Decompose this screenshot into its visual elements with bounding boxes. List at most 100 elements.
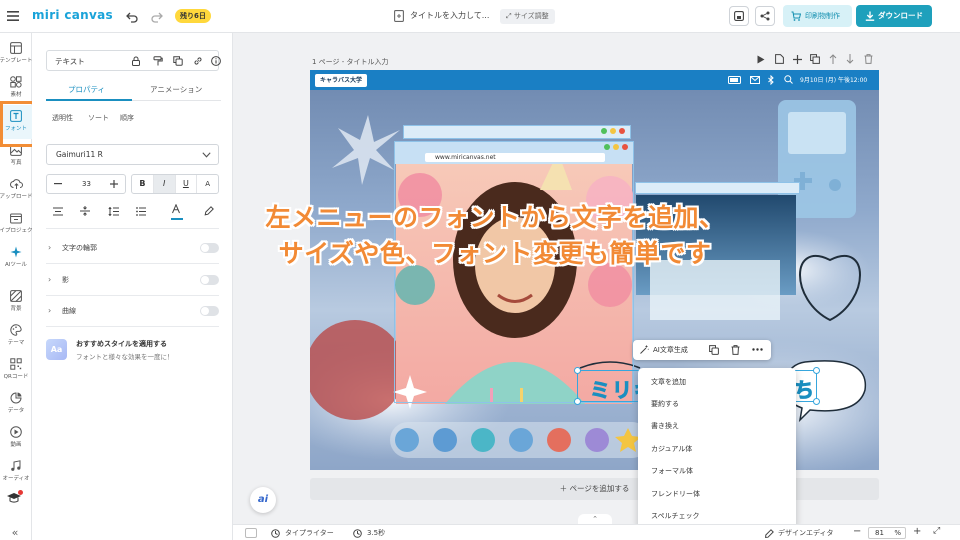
ai-text-generate-label: AI文章生成	[653, 346, 688, 354]
trash-icon[interactable]	[864, 54, 873, 64]
rail-item-background[interactable]: 背景	[0, 285, 32, 319]
resize-handle[interactable]	[574, 398, 581, 405]
page-thumbnail[interactable]	[245, 528, 257, 538]
text-effect-button[interactable]: A	[197, 175, 218, 193]
resize-handle[interactable]	[813, 367, 820, 374]
menu-item-friendly[interactable]: フレンドリー体	[651, 489, 700, 499]
option-curve[interactable]: › 曲線	[46, 303, 219, 319]
option-shadow[interactable]: › 影	[46, 272, 219, 288]
page-label[interactable]: 1 ページ - タイトル入力	[312, 57, 389, 67]
vertical-align-icon[interactable]	[80, 206, 90, 216]
menu-item-rewrite[interactable]: 書き換え	[651, 421, 679, 431]
duplicate-page-icon[interactable]	[810, 54, 820, 64]
shadow-toggle[interactable]	[200, 275, 219, 285]
font-size-stepper[interactable]: 33	[46, 174, 126, 194]
more-icon[interactable]	[752, 348, 763, 351]
rail-item-qr[interactable]: QRコード	[0, 353, 32, 387]
chevron-down-icon	[202, 152, 211, 158]
add-page-icon[interactable]	[793, 55, 802, 64]
subtab-transparency[interactable]: 透明性	[52, 113, 73, 123]
minus-icon[interactable]	[54, 183, 62, 185]
menu-item-formal[interactable]: フォーマル体	[651, 466, 693, 476]
rail-item-elements[interactable]: 素材	[0, 71, 32, 105]
download-button[interactable]: ダウンロード	[856, 5, 932, 27]
app-logo[interactable]: miri canvas	[32, 8, 113, 22]
underline-button[interactable]: U	[176, 175, 198, 193]
document-title[interactable]: タイトルを入力して...	[410, 10, 489, 21]
option-text-outline[interactable]: › 文字の輪郭	[46, 240, 219, 256]
copy-icon[interactable]	[709, 345, 719, 355]
rail-item-theme[interactable]: テーマ	[0, 319, 32, 353]
link-icon[interactable]	[193, 56, 203, 66]
line-spacing-icon[interactable]	[108, 207, 119, 216]
hamburger-menu-icon[interactable]	[7, 10, 19, 22]
highlighter-icon[interactable]	[204, 206, 214, 216]
share-button[interactable]	[755, 6, 775, 26]
menu-item-casual[interactable]: カジュアル体	[651, 444, 692, 454]
subtab-order[interactable]: 順序	[120, 113, 134, 123]
rail-item-audio[interactable]: オーディオ	[0, 455, 32, 489]
rail-item-upload[interactable]: アップロード	[0, 173, 33, 207]
editor-mode-label[interactable]: デザインエディタ	[778, 528, 834, 538]
play-icon[interactable]	[757, 55, 765, 64]
bold-button[interactable]: B	[132, 175, 154, 193]
right-window-bar	[635, 182, 800, 194]
resize-handle[interactable]	[574, 367, 581, 374]
tab-animation[interactable]: アニメーション	[150, 84, 202, 95]
move-down-icon[interactable]	[846, 54, 854, 64]
redo-icon[interactable]	[150, 10, 163, 23]
subtab-sort[interactable]: ソート	[88, 113, 109, 123]
menu-item-add-text[interactable]: 文章を追加	[651, 377, 686, 387]
align-left-icon[interactable]	[53, 207, 63, 216]
background-icon	[10, 290, 22, 302]
zoom-out-button[interactable]: −	[853, 526, 861, 537]
artboard-logo: キャラバス大学	[315, 74, 367, 87]
lock-icon[interactable]	[131, 56, 141, 66]
rail-item-templates[interactable]: テンプレート	[0, 37, 32, 71]
graduation-cap-icon[interactable]	[5, 490, 23, 506]
trial-days-badge[interactable]: 残り6日	[175, 9, 211, 23]
save-button[interactable]	[729, 6, 749, 26]
download-icon	[865, 11, 875, 21]
artboard-menubar: キャラバス大学 9月10日 (月) 午後12:00	[310, 70, 879, 90]
text-color-button[interactable]	[171, 203, 183, 220]
undo-icon[interactable]	[125, 10, 138, 23]
resize-button[interactable]: ⤢ サイズ調整	[500, 9, 555, 24]
font-family-select[interactable]: Gaimuri11 R	[46, 144, 219, 165]
rail-item-my-projects[interactable]: マイプロジェクト	[0, 207, 38, 241]
cart-icon	[791, 11, 801, 21]
menu-item-summarize[interactable]: 要約する	[651, 399, 679, 409]
resize-handle[interactable]	[813, 398, 820, 405]
paint-roller-icon[interactable]	[153, 56, 163, 66]
print-product-button[interactable]: 印刷物制作	[783, 5, 852, 27]
ai-text-generate-button[interactable]: AI文章生成	[633, 340, 705, 360]
photo-window-bar: www.miricanvas.net	[395, 142, 633, 164]
font-size-value[interactable]: 33	[82, 180, 91, 188]
rail-item-data[interactable]: データ	[0, 387, 32, 421]
top-bar: miri canvas 残り6日 タイトルを入力して... ⤢ サイズ調整 印刷…	[0, 0, 960, 33]
window-dots	[601, 128, 625, 134]
animation-duration[interactable]: 3.5秒	[367, 528, 385, 538]
recommend-style-banner[interactable]: Aa おすすめスタイルを適用する フォントと様々な効果を一度に！	[46, 337, 219, 363]
list-icon[interactable]	[136, 207, 146, 216]
divider	[46, 263, 219, 264]
rail-item-video[interactable]: 動画	[0, 421, 32, 455]
rail-item-ai-tools[interactable]: AIツール	[0, 241, 32, 275]
collapse-bottom-panel[interactable]: ⌃	[578, 514, 612, 524]
copy-icon[interactable]	[173, 56, 183, 66]
trash-icon[interactable]	[731, 345, 740, 355]
menu-item-spellcheck[interactable]: スペルチェック	[651, 511, 700, 521]
fullscreen-icon[interactable]: ⤢	[933, 526, 940, 536]
curve-toggle[interactable]	[200, 306, 219, 316]
plus-icon[interactable]	[110, 180, 118, 188]
info-icon[interactable]	[211, 56, 221, 66]
zoom-in-button[interactable]: +	[913, 526, 921, 537]
animation-type[interactable]: タイプライター	[285, 528, 334, 538]
new-page-icon[interactable]	[775, 54, 784, 64]
zoom-level-field[interactable]: 81%	[868, 527, 906, 539]
collapse-rail-icon[interactable]: «	[8, 526, 22, 539]
italic-button[interactable]: I	[153, 175, 176, 193]
ai-assistant-button[interactable]: ai	[250, 487, 276, 513]
tab-properties[interactable]: プロパティ	[68, 84, 105, 95]
move-up-icon[interactable]	[829, 54, 837, 64]
